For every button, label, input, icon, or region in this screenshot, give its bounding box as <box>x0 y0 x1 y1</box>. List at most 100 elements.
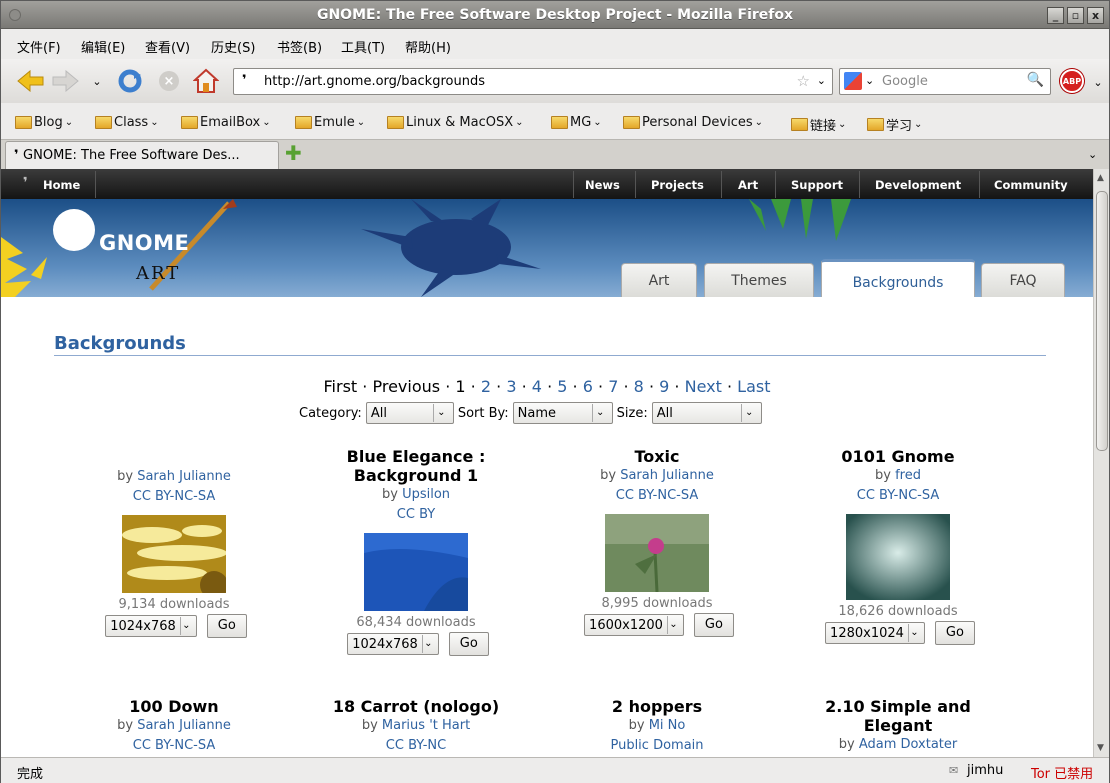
pager-page-5[interactable]: 5 <box>557 377 567 396</box>
license-link[interactable]: CC BY <box>306 505 526 525</box>
adblock-dropdown-icon[interactable]: ⌄ <box>1091 75 1105 89</box>
url-bar[interactable]: ❜ http://art.gnome.org/backgrounds ☆ ⌄ <box>233 68 833 95</box>
pager-page-4[interactable]: 4 <box>532 377 542 396</box>
search-icon[interactable]: 🔍 <box>1027 72 1044 88</box>
license-link[interactable]: CC BY-NC-SA <box>64 487 284 507</box>
pager-first[interactable]: First <box>324 377 358 396</box>
item-title[interactable]: 0101 Gnome <box>788 447 1008 466</box>
thumbnail-image[interactable] <box>846 514 950 600</box>
menu-bookmarks[interactable]: 书签(B) <box>277 37 322 56</box>
resolution-select[interactable]: 1280x1024 ⌄ <box>825 622 925 644</box>
item-title[interactable]: 2.10 Simple and Elegant <box>788 697 1008 735</box>
bookmark-folder-emailbox[interactable]: EmailBox ⌄ <box>181 115 271 130</box>
go-button[interactable]: Go <box>448 632 489 656</box>
back-arrow-icon[interactable] <box>15 69 45 93</box>
license-link[interactable]: CC BY-NC-SA <box>547 486 767 506</box>
bookmark-folder-links[interactable]: 链接 ⌄ <box>791 115 846 134</box>
resolution-select[interactable]: 1024x768 ⌄ <box>347 633 439 655</box>
bookmark-folder-linux-macosx[interactable]: Linux & MacOSX ⌄ <box>387 115 524 130</box>
google-engine-icon[interactable] <box>844 72 862 90</box>
item-title[interactable]: 2 hoppers <box>547 697 767 716</box>
scrollbar-thumb[interactable] <box>1096 191 1108 451</box>
pager-page-8[interactable]: 8 <box>634 377 644 396</box>
author-link[interactable]: Sarah Julianne <box>137 469 231 484</box>
sort-select[interactable]: Name ⌄ <box>512 402 613 424</box>
tab-faq[interactable]: FAQ <box>981 263 1065 297</box>
search-box[interactable]: ⌄ Google 🔍 <box>839 68 1051 95</box>
new-tab-plus-icon[interactable]: ✚ <box>285 143 305 164</box>
item-title[interactable]: Blue Elegance : Background 1 <box>306 447 526 485</box>
size-select[interactable]: All ⌄ <box>651 402 762 424</box>
history-dropdown-icon[interactable]: ⌄ <box>89 73 105 89</box>
author-link[interactable]: Sarah Julianne <box>137 718 231 733</box>
nav-projects[interactable]: Projects <box>651 178 704 192</box>
pager-page-9[interactable]: 9 <box>659 377 669 396</box>
search-input[interactable]: Google <box>882 74 928 89</box>
close-button[interactable]: x <box>1087 7 1104 24</box>
url-text[interactable]: http://art.gnome.org/backgrounds <box>264 74 485 89</box>
adblock-icon[interactable]: ABP <box>1060 69 1084 93</box>
resolution-select[interactable]: 1600x1200 ⌄ <box>584 614 684 636</box>
nav-news[interactable]: News <box>585 178 620 192</box>
menu-edit[interactable]: 编辑(E) <box>81 37 125 56</box>
item-title[interactable]: 100 Down <box>64 697 284 716</box>
go-button[interactable]: Go <box>934 621 975 645</box>
tor-status[interactable]: Tor 已禁用 <box>1031 763 1093 782</box>
menu-view[interactable]: 查看(V) <box>145 37 190 56</box>
menu-tools[interactable]: 工具(T) <box>341 37 385 56</box>
author-link[interactable]: Sarah Julianne <box>620 468 714 483</box>
thumbnail-image[interactable] <box>605 514 709 592</box>
forward-arrow-icon[interactable] <box>51 69 81 93</box>
item-title[interactable]: 18 Carrot (nologo) <box>306 697 526 716</box>
pager-page-6[interactable]: 6 <box>583 377 593 396</box>
vertical-scrollbar[interactable]: ▲ ▼ <box>1093 169 1109 757</box>
category-select[interactable]: All ⌄ <box>365 402 454 424</box>
nav-development[interactable]: Development <box>875 178 961 192</box>
tab-list-dropdown-icon[interactable]: ⌄ <box>1088 148 1097 161</box>
home-icon[interactable] <box>193 68 219 94</box>
pager-page-7[interactable]: 7 <box>608 377 618 396</box>
nav-community[interactable]: Community <box>994 178 1068 192</box>
nav-art[interactable]: Art <box>738 178 758 192</box>
thumbnail-image[interactable] <box>122 515 226 593</box>
scroll-down-icon[interactable]: ▼ <box>1097 743 1104 753</box>
tab-themes[interactable]: Themes <box>704 263 814 297</box>
status-user[interactable]: jimhu <box>967 763 1003 778</box>
nav-home[interactable]: Home <box>43 178 80 192</box>
resolution-select[interactable]: 1024x768 ⌄ <box>105 615 197 637</box>
thumbnail-image[interactable] <box>364 533 468 611</box>
license-link[interactable]: CC BY-NC-SA <box>788 486 1008 506</box>
stop-icon[interactable]: × <box>159 71 179 91</box>
nav-support[interactable]: Support <box>791 178 843 192</box>
pager-page-2[interactable]: 2 <box>481 377 491 396</box>
license-link[interactable]: CC BY-NC <box>306 736 526 756</box>
tab-art[interactable]: Art <box>621 263 697 297</box>
item-title[interactable]: Toxic <box>547 447 767 466</box>
pager-previous[interactable]: Previous <box>372 377 440 396</box>
author-link[interactable]: Marius 't Hart <box>382 718 470 733</box>
menu-help[interactable]: 帮助(H) <box>405 37 451 56</box>
bookmark-star-icon[interactable]: ☆ <box>797 72 810 90</box>
menu-history[interactable]: 历史(S) <box>211 37 255 56</box>
pager-last[interactable]: Last <box>737 377 770 396</box>
go-button[interactable]: Go <box>206 614 247 638</box>
browser-tab[interactable]: ❜ GNOME: The Free Software Des... <box>5 141 279 170</box>
license-link[interactable]: CC BY-NC-SA <box>64 736 284 756</box>
bookmark-folder-emule[interactable]: Emule ⌄ <box>295 115 365 130</box>
maximize-button[interactable]: ▫ <box>1067 7 1084 24</box>
bookmark-folder-blog[interactable]: Blog ⌄ <box>15 115 73 130</box>
reload-icon[interactable] <box>117 68 143 94</box>
engine-dropdown-icon[interactable]: ⌄ <box>865 74 874 87</box>
bookmark-folder-personal-devices[interactable]: Personal Devices ⌄ <box>623 115 763 130</box>
author-link[interactable]: Adam Doxtater <box>859 737 957 752</box>
pager-page-3[interactable]: 3 <box>506 377 516 396</box>
author-link[interactable]: fred <box>895 468 921 483</box>
scroll-up-icon[interactable]: ▲ <box>1097 173 1104 183</box>
bookmark-folder-class[interactable]: Class ⌄ <box>95 115 159 130</box>
author-link[interactable]: Upsilon <box>402 487 450 502</box>
license-link[interactable]: Public Domain <box>547 736 767 756</box>
pager-next[interactable]: Next <box>685 377 722 396</box>
author-link[interactable]: Mi No <box>649 718 686 733</box>
menu-file[interactable]: 文件(F) <box>17 37 61 56</box>
tab-backgrounds[interactable]: Backgrounds <box>821 259 975 297</box>
